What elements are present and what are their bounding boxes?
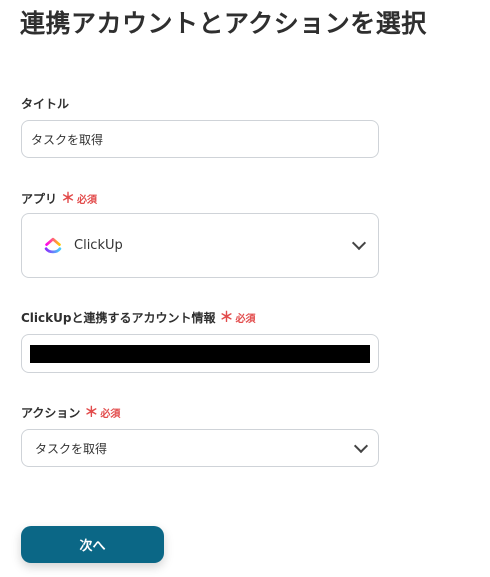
title-field-label: タイトル	[21, 95, 69, 112]
clickup-logo-icon	[42, 235, 64, 257]
chevron-down-icon	[353, 438, 369, 453]
required-text: 必須	[235, 314, 256, 325]
app-name: ClickUp	[74, 238, 123, 253]
next-button[interactable]: 次へ	[21, 526, 164, 563]
page-title: 連携アカウントとアクションを選択	[20, 9, 427, 38]
title-input[interactable]	[21, 120, 379, 158]
required-indicator: ＊ 必須	[219, 309, 256, 326]
app-label-text: アプリ	[21, 192, 58, 206]
required-asterisk: ＊	[84, 404, 99, 421]
required-text: 必須	[77, 195, 98, 206]
account-label-text: ClickUpと連携するアカウント情報	[21, 311, 216, 325]
action-value: タスクを取得	[35, 441, 108, 456]
action-field-label: アクション ＊ 必須	[21, 404, 120, 421]
required-asterisk: ＊	[219, 309, 234, 326]
action-select[interactable]: タスクを取得	[21, 429, 379, 467]
account-select[interactable]	[21, 334, 379, 373]
action-label-text: アクション	[21, 406, 81, 420]
required-indicator: ＊ 必須	[84, 404, 121, 421]
account-field-label: ClickUpと連携するアカウント情報 ＊ 必須	[21, 309, 255, 326]
required-indicator: ＊ 必須	[61, 190, 98, 207]
required-text: 必須	[100, 409, 121, 420]
required-asterisk: ＊	[61, 190, 76, 207]
title-label-text: タイトル	[21, 97, 70, 111]
chevron-down-icon	[351, 235, 367, 251]
redacted-account-value	[30, 344, 370, 363]
app-field-label: アプリ ＊ 必須	[21, 190, 97, 207]
app-select[interactable]: ClickUp	[21, 213, 379, 278]
